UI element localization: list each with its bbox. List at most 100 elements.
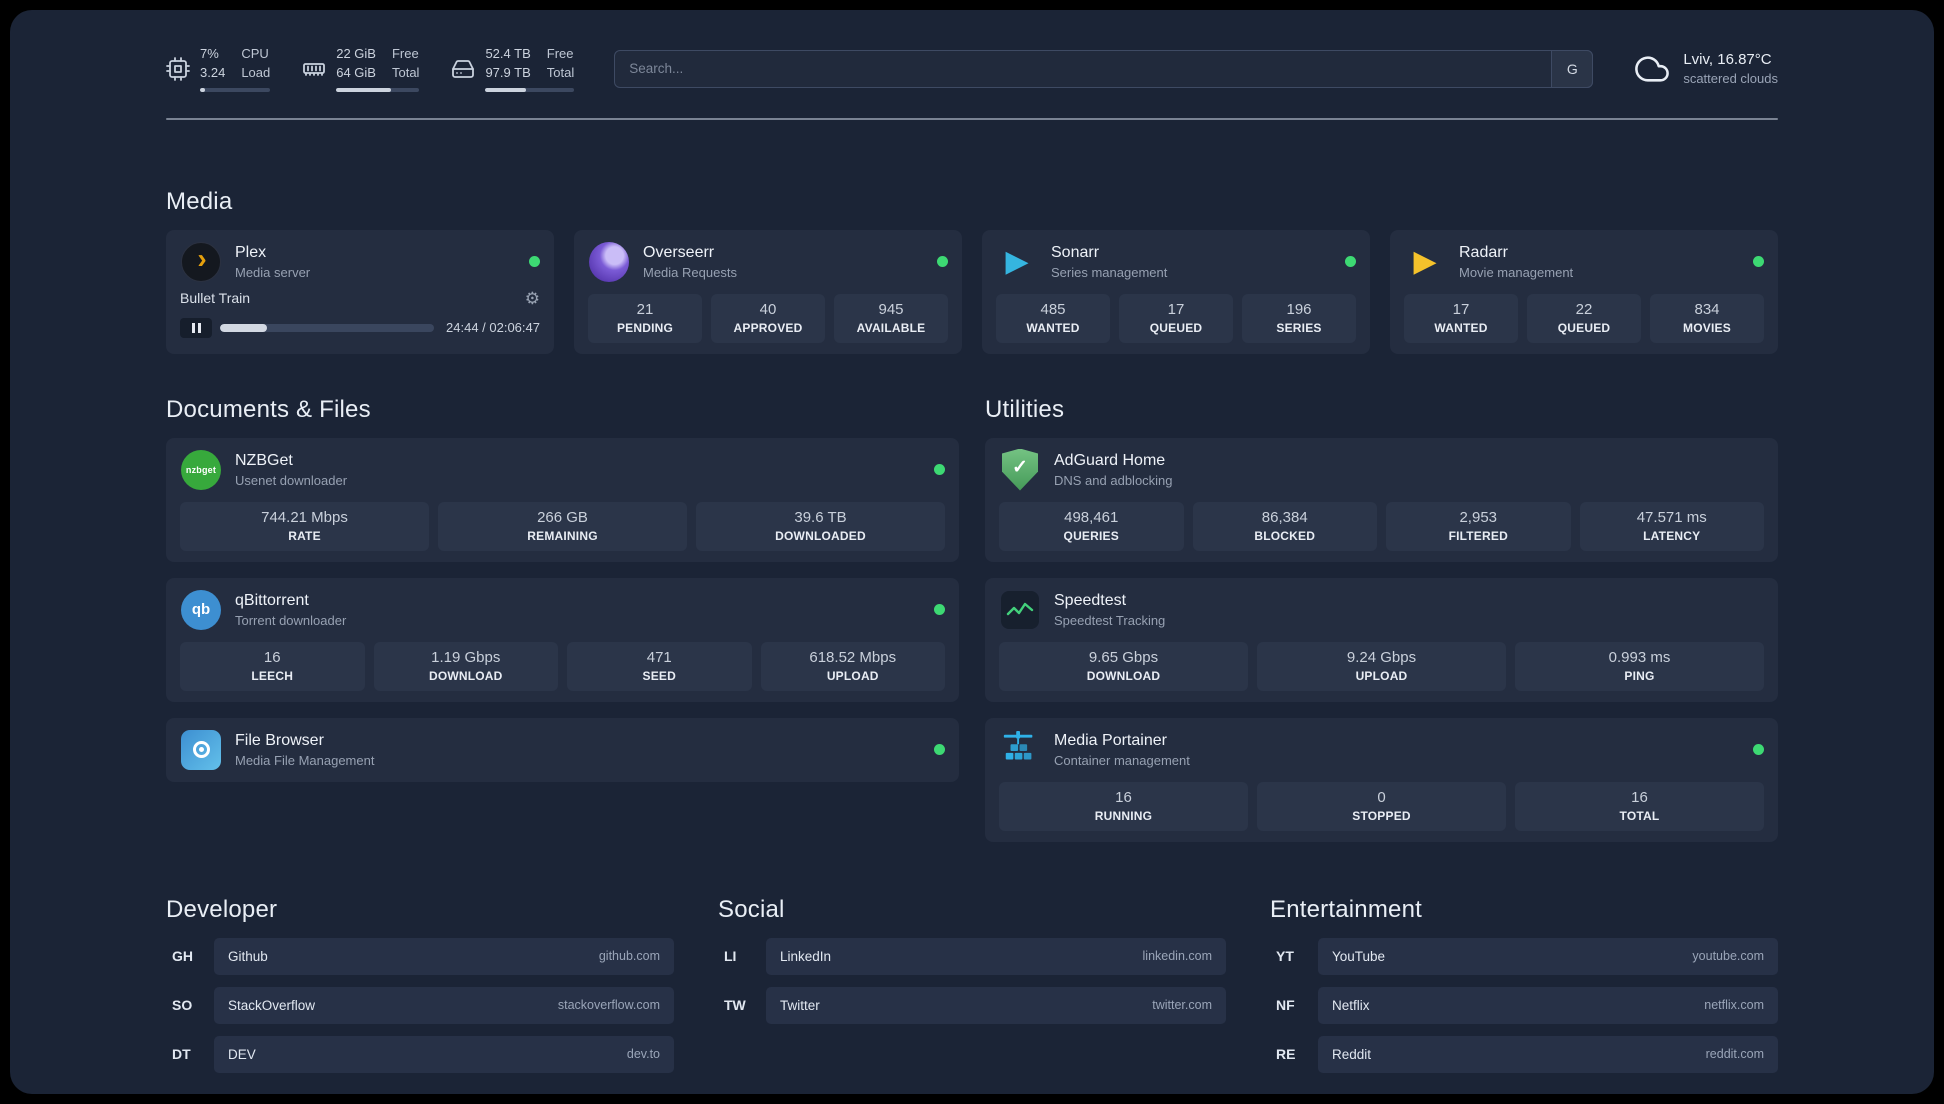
status-dot [934, 604, 945, 615]
bookmark-dev[interactable]: DT DEV dev.to [166, 1035, 674, 1073]
radarr-card[interactable]: ▶ Radarr Movie management 17 WANTED 22 Q… [1390, 229, 1778, 354]
bookmark-domain: twitter.com [1152, 998, 1212, 1012]
disk-widget: 52.4 TB 97.9 TB Free Total [451, 46, 575, 92]
stat-tile: 17 WANTED [1404, 293, 1518, 343]
disk-total-value: 97.9 TB [485, 65, 531, 81]
stat-label: LATENCY [1643, 528, 1701, 543]
filebrowser-card[interactable]: File Browser Media File Management [166, 717, 959, 782]
bookmark-abbr: RE [1276, 1046, 1296, 1062]
stat-label: MOVIES [1683, 320, 1731, 335]
stat-label: PING [1624, 668, 1655, 683]
stat-label: RATE [288, 528, 321, 543]
portainer-card[interactable]: Media Portainer Container management 16 … [985, 717, 1778, 842]
weather-widget[interactable]: Lviv, 16.87°C scattered clouds [1633, 51, 1778, 86]
status-dot [934, 744, 945, 755]
service-description: Container management [1054, 752, 1190, 768]
cpu-usage-label: CPU [241, 46, 269, 61]
bookmark-domain: github.com [598, 949, 660, 963]
stat-value: 266 GB [537, 508, 588, 526]
service-description: Torrent downloader [235, 612, 347, 628]
overseerr-card[interactable]: Overseerr Media Requests 21 PENDING 40 A… [574, 229, 962, 354]
adguard-icon: ✓ [999, 448, 1041, 491]
stat-tile: 21 PENDING [588, 293, 702, 343]
bookmark-domain: reddit.com [1705, 1047, 1764, 1061]
stat-label: REMAINING [527, 528, 598, 543]
bookmark-abbr: TW [724, 997, 746, 1013]
bookmark-linkedin[interactable]: LI LinkedIn linkedin.com [718, 937, 1226, 975]
section-title-entertainment: Entertainment [1270, 895, 1423, 923]
bookmark-netflix[interactable]: NF Netflix netflix.com [1270, 986, 1778, 1024]
plex-card[interactable]: › Plex Media server Bullet Train ⚙ 24:44… [166, 229, 554, 354]
gear-icon[interactable]: ⚙ [525, 290, 540, 307]
bookmark-twitter[interactable]: TW Twitter twitter.com [718, 986, 1226, 1024]
qbittorrent-card[interactable]: qb qBittorrent Torrent downloader 16 LEE… [166, 577, 959, 702]
cpu-usage-value: 7% [200, 46, 219, 61]
stat-value: 17 [1452, 300, 1470, 318]
stat-value: 2,953 [1459, 508, 1498, 526]
stat-value: 9.65 Gbps [1088, 648, 1159, 666]
stat-label: WANTED [1026, 320, 1080, 335]
stat-value: 86,384 [1261, 508, 1308, 526]
top-bar: 7% 3.24 CPU Load 22 GiB 64 GiB Free Tota… [166, 10, 1778, 92]
bookmark-domain: youtube.com [1692, 949, 1764, 963]
stat-tile: 9.24 Gbps UPLOAD [1257, 641, 1506, 691]
section-title-documents: Documents & Files [166, 395, 371, 423]
cpu-usage-bar [200, 87, 271, 92]
stat-label: SEED [642, 668, 676, 683]
stat-tile: 16 LEECH [180, 641, 365, 691]
filebrowser-icon [180, 729, 222, 771]
portainer-icon [999, 729, 1041, 771]
search-input[interactable] [614, 49, 1594, 88]
service-description: Media Requests [643, 264, 737, 280]
stat-value: 945 [878, 300, 904, 318]
memory-free-value: 22 GiB [336, 46, 376, 61]
bookmark-name: DEV [228, 1046, 256, 1062]
adguard-card[interactable]: ✓ AdGuard Home DNS and adblocking 498,46… [985, 437, 1778, 562]
stat-tile: 39.6 TB DOWNLOADED [696, 501, 945, 551]
bookmark-stackoverflow[interactable]: SO StackOverflow stackoverflow.com [166, 986, 674, 1024]
stat-label: WANTED [1434, 320, 1488, 335]
stat-tile: 22 QUEUED [1527, 293, 1641, 343]
disk-usage-bar [485, 87, 575, 92]
sonarr-card[interactable]: ▶ Sonarr Series management 485 WANTED 17… [982, 229, 1370, 354]
bookmark-abbr: GH [172, 948, 193, 964]
nzbget-card[interactable]: nzbget NZBGet Usenet downloader 744.21 M… [166, 437, 959, 562]
stat-label: QUEUED [1557, 320, 1611, 335]
stat-label: DOWNLOADED [775, 528, 866, 543]
stat-tile: 945 AVAILABLE [834, 293, 948, 343]
cpu-widget: 7% 3.24 CPU Load [166, 46, 271, 92]
stat-value: 498,461 [1064, 508, 1119, 526]
bookmark-github[interactable]: GH Github github.com [166, 937, 674, 975]
plex-now-playing: Bullet Train ⚙ 24:44 / 02:06:47 [180, 290, 540, 338]
bookmark-domain: dev.to [626, 1047, 660, 1061]
stat-value: 196 [1286, 300, 1312, 318]
section-entertainment: Entertainment YT YouTube youtube.com NF … [1270, 896, 1778, 1073]
service-name: Speedtest [1054, 591, 1127, 609]
bookmark-youtube[interactable]: YT YouTube youtube.com [1270, 937, 1778, 975]
qbittorrent-icon: qb [180, 589, 222, 631]
bookmark-name: YouTube [1332, 948, 1386, 964]
bookmark-reddit[interactable]: RE Reddit reddit.com [1270, 1035, 1778, 1073]
stat-value: 22 [1575, 300, 1593, 318]
stat-tile: 0.993 ms PING [1515, 641, 1764, 691]
stat-tile: 618.52 Mbps UPLOAD [760, 641, 945, 691]
stat-label: STOPPED [1352, 808, 1411, 823]
bookmark-abbr: LI [724, 948, 737, 964]
section-developer: Developer GH Github github.com SO StackO… [166, 896, 674, 1073]
stat-value: 834 [1694, 300, 1720, 318]
stat-value: 40 [759, 300, 777, 318]
bookmark-abbr: YT [1276, 948, 1294, 964]
search-provider-button[interactable]: G [1551, 49, 1594, 88]
stat-value: 39.6 TB [794, 508, 847, 526]
memory-usage-bar-fill [336, 87, 392, 92]
pause-button[interactable] [180, 317, 212, 338]
memory-icon [302, 57, 326, 81]
stat-label: TOTAL [1619, 808, 1660, 823]
stat-tile: 40 APPROVED [711, 293, 825, 343]
cpu-icon [166, 56, 190, 81]
stat-label: RUNNING [1094, 808, 1153, 823]
speedtest-card[interactable]: Speedtest Speedtest Tracking 9.65 Gbps D… [985, 577, 1778, 702]
service-description: Media File Management [235, 752, 375, 768]
overseerr-icon [588, 241, 630, 283]
service-description: DNS and adblocking [1054, 472, 1173, 488]
